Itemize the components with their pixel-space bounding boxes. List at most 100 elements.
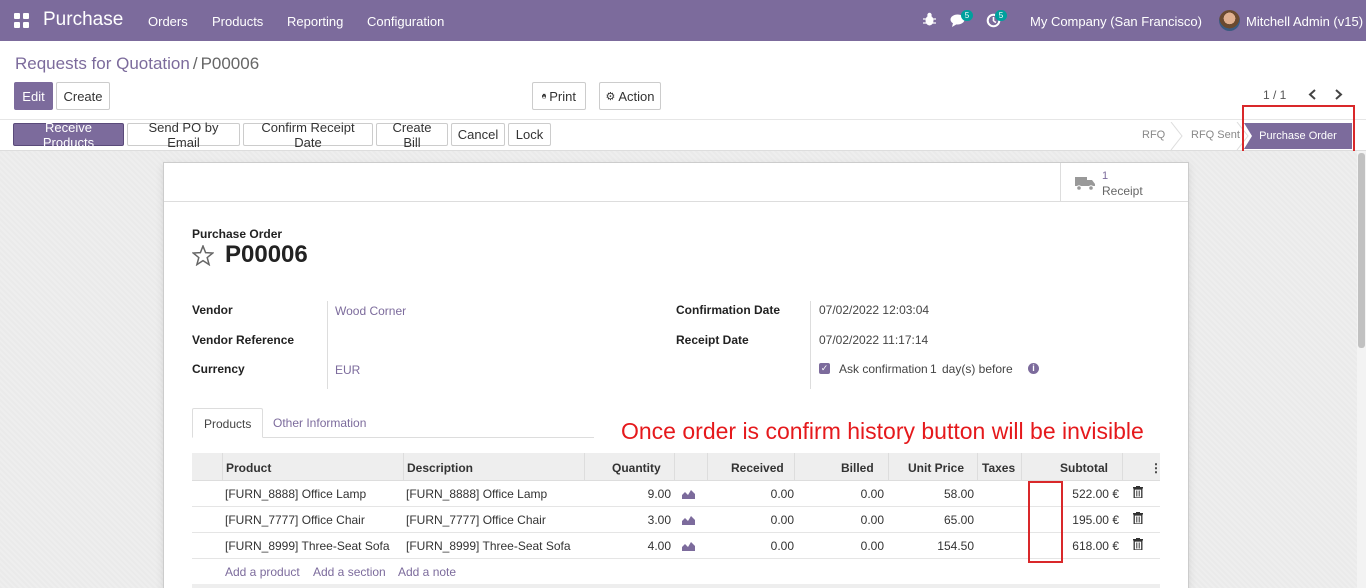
company-switcher[interactable]: My Company (San Francisco) (1030, 14, 1202, 29)
receipt-count: 1 (1102, 170, 1109, 182)
cell-unit-price[interactable]: 65.00 (892, 513, 974, 527)
header-received[interactable]: Received (731, 461, 784, 475)
action-button[interactable]: ⚙ Action (599, 82, 661, 110)
edit-button[interactable]: Edit (14, 82, 53, 110)
trash-icon[interactable] (1133, 486, 1143, 498)
confirmation-date-field[interactable]: 07/02/2022 12:03:04 (819, 303, 929, 317)
sheet-divider (164, 201, 1062, 202)
star-icon[interactable] (192, 245, 214, 266)
table-footer (192, 584, 1160, 588)
cell-quantity[interactable]: 4.00 (592, 539, 671, 553)
table-row[interactable]: [FURN_8999] Three-Seat Sofa [FURN_8999] … (192, 533, 1160, 559)
column-divider (794, 453, 795, 481)
breadcrumb-parent[interactable]: Requests for Quotation (15, 54, 190, 73)
header-billed[interactable]: Billed (841, 461, 874, 475)
user-menu[interactable]: Mitchell Admin (v15) (1246, 14, 1363, 29)
menu-products[interactable]: Products (212, 14, 263, 29)
truck-icon (1075, 177, 1095, 191)
cell-description[interactable]: [FURN_8888] Office Lamp (406, 487, 547, 501)
vendor-reference-label: Vendor Reference (192, 333, 295, 347)
scrollbar-thumb[interactable] (1358, 153, 1365, 348)
pager-next-icon[interactable] (1334, 89, 1343, 100)
receive-products-button[interactable]: Receive Products (13, 120, 124, 150)
lock-button[interactable]: Lock (508, 123, 551, 146)
forecast-chart-icon[interactable] (682, 515, 695, 525)
create-bill-button[interactable]: Create Bill (376, 120, 448, 150)
action-label: Action (618, 88, 655, 104)
receipt-smart-button[interactable]: 1 Receipt (1060, 163, 1188, 202)
cell-billed[interactable]: 0.00 (797, 487, 884, 501)
header-product[interactable]: Product (226, 461, 271, 475)
cell-billed[interactable]: 0.00 (797, 513, 884, 527)
stage-rfq-sent[interactable]: RFQ Sent (1191, 129, 1240, 141)
cell-quantity[interactable]: 3.00 (592, 513, 671, 527)
ask-confirmation-prefix: Ask confirmation (839, 362, 928, 376)
stage-rfq[interactable]: RFQ (1142, 129, 1165, 141)
optional-columns-icon[interactable]: ⋮ (1150, 461, 1162, 475)
menu-orders[interactable]: Orders (148, 14, 188, 29)
cell-billed[interactable]: 0.00 (797, 539, 884, 553)
cell-product[interactable]: [FURN_8888] Office Lamp (225, 487, 366, 501)
menu-reporting[interactable]: Reporting (287, 14, 343, 29)
header-taxes[interactable]: Taxes (982, 461, 1015, 475)
info-icon[interactable]: i (1028, 363, 1039, 374)
column-divider (222, 453, 223, 481)
forecast-chart-icon[interactable] (682, 489, 695, 499)
tab-other-information[interactable]: Other Information (262, 408, 377, 438)
ask-confirmation-checkbox[interactable]: ✓ (819, 363, 830, 374)
pager-value[interactable]: 1 / 1 (1263, 88, 1286, 102)
cell-received[interactable]: 0.00 (712, 539, 794, 553)
column-divider (977, 453, 978, 481)
cancel-button[interactable]: Cancel (451, 123, 505, 146)
tab-products[interactable]: Products (192, 408, 264, 438)
vendor-field[interactable]: Wood Corner (335, 304, 406, 318)
annotation-text: Once order is confirm history button wil… (621, 418, 1144, 444)
po-title-label: Purchase Order (192, 227, 283, 241)
top-navbar: Purchase Orders Products Reporting Confi… (0, 0, 1366, 41)
receipt-date-label: Receipt Date (676, 333, 749, 347)
apps-menu-icon[interactable] (14, 13, 29, 28)
header-quantity[interactable]: Quantity (612, 461, 661, 475)
cell-product[interactable]: [FURN_7777] Office Chair (225, 513, 365, 527)
app-name[interactable]: Purchase (43, 9, 123, 31)
menu-configuration[interactable]: Configuration (367, 14, 444, 29)
cell-description[interactable]: [FURN_7777] Office Chair (406, 513, 546, 527)
confirm-receipt-date-button[interactable]: Confirm Receipt Date (243, 120, 373, 150)
receipt-date-field[interactable]: 07/02/2022 11:17:14 (819, 333, 928, 347)
table-row[interactable]: [FURN_7777] Office Chair [FURN_7777] Off… (192, 507, 1160, 533)
cell-unit-price[interactable]: 154.50 (892, 539, 974, 553)
cell-received[interactable]: 0.00 (712, 487, 794, 501)
send-po-email-button[interactable]: Send PO by Email (127, 120, 240, 150)
currency-label: Currency (192, 362, 245, 376)
highlight-box-history-column (1028, 481, 1063, 563)
user-avatar[interactable] (1219, 10, 1240, 31)
header-description[interactable]: Description (407, 461, 473, 475)
add-note-link[interactable]: Add a note (398, 565, 456, 579)
header-unit-price[interactable]: Unit Price (908, 461, 964, 475)
header-subtotal[interactable]: Subtotal (1060, 461, 1108, 475)
forecast-chart-icon[interactable] (682, 541, 695, 551)
print-button[interactable]: Print (532, 82, 586, 110)
trash-icon[interactable] (1133, 538, 1143, 550)
create-button[interactable]: Create (56, 82, 110, 110)
trash-icon[interactable] (1133, 512, 1143, 524)
cell-description[interactable]: [FURN_8999] Three-Seat Sofa (406, 539, 571, 553)
currency-field[interactable]: EUR (335, 363, 360, 377)
add-product-link[interactable]: Add a product (225, 565, 300, 579)
cell-product[interactable]: [FURN_8999] Three-Seat Sofa (225, 539, 390, 553)
pager-previous-icon[interactable] (1308, 89, 1317, 100)
field-separator (810, 301, 811, 389)
add-section-link[interactable]: Add a section (313, 565, 386, 579)
activities-count-badge: 5 (995, 10, 1007, 21)
cell-quantity[interactable]: 9.00 (592, 487, 671, 501)
cell-unit-price[interactable]: 58.00 (892, 487, 974, 501)
breadcrumb-separator: / (192, 54, 198, 73)
bug-icon[interactable] (923, 12, 936, 26)
column-divider (403, 453, 404, 481)
ask-confirmation-days-field[interactable]: 1 (930, 362, 937, 376)
print-label: Print (549, 88, 576, 104)
control-panel: Requests for Quotation / P00006 Edit Creat… (0, 41, 1366, 151)
cell-received[interactable]: 0.00 (712, 513, 794, 527)
table-header: Product Description Quantity Received Bi… (192, 453, 1162, 481)
table-row[interactable]: [FURN_8888] Office Lamp [FURN_8888] Offi… (192, 481, 1160, 507)
